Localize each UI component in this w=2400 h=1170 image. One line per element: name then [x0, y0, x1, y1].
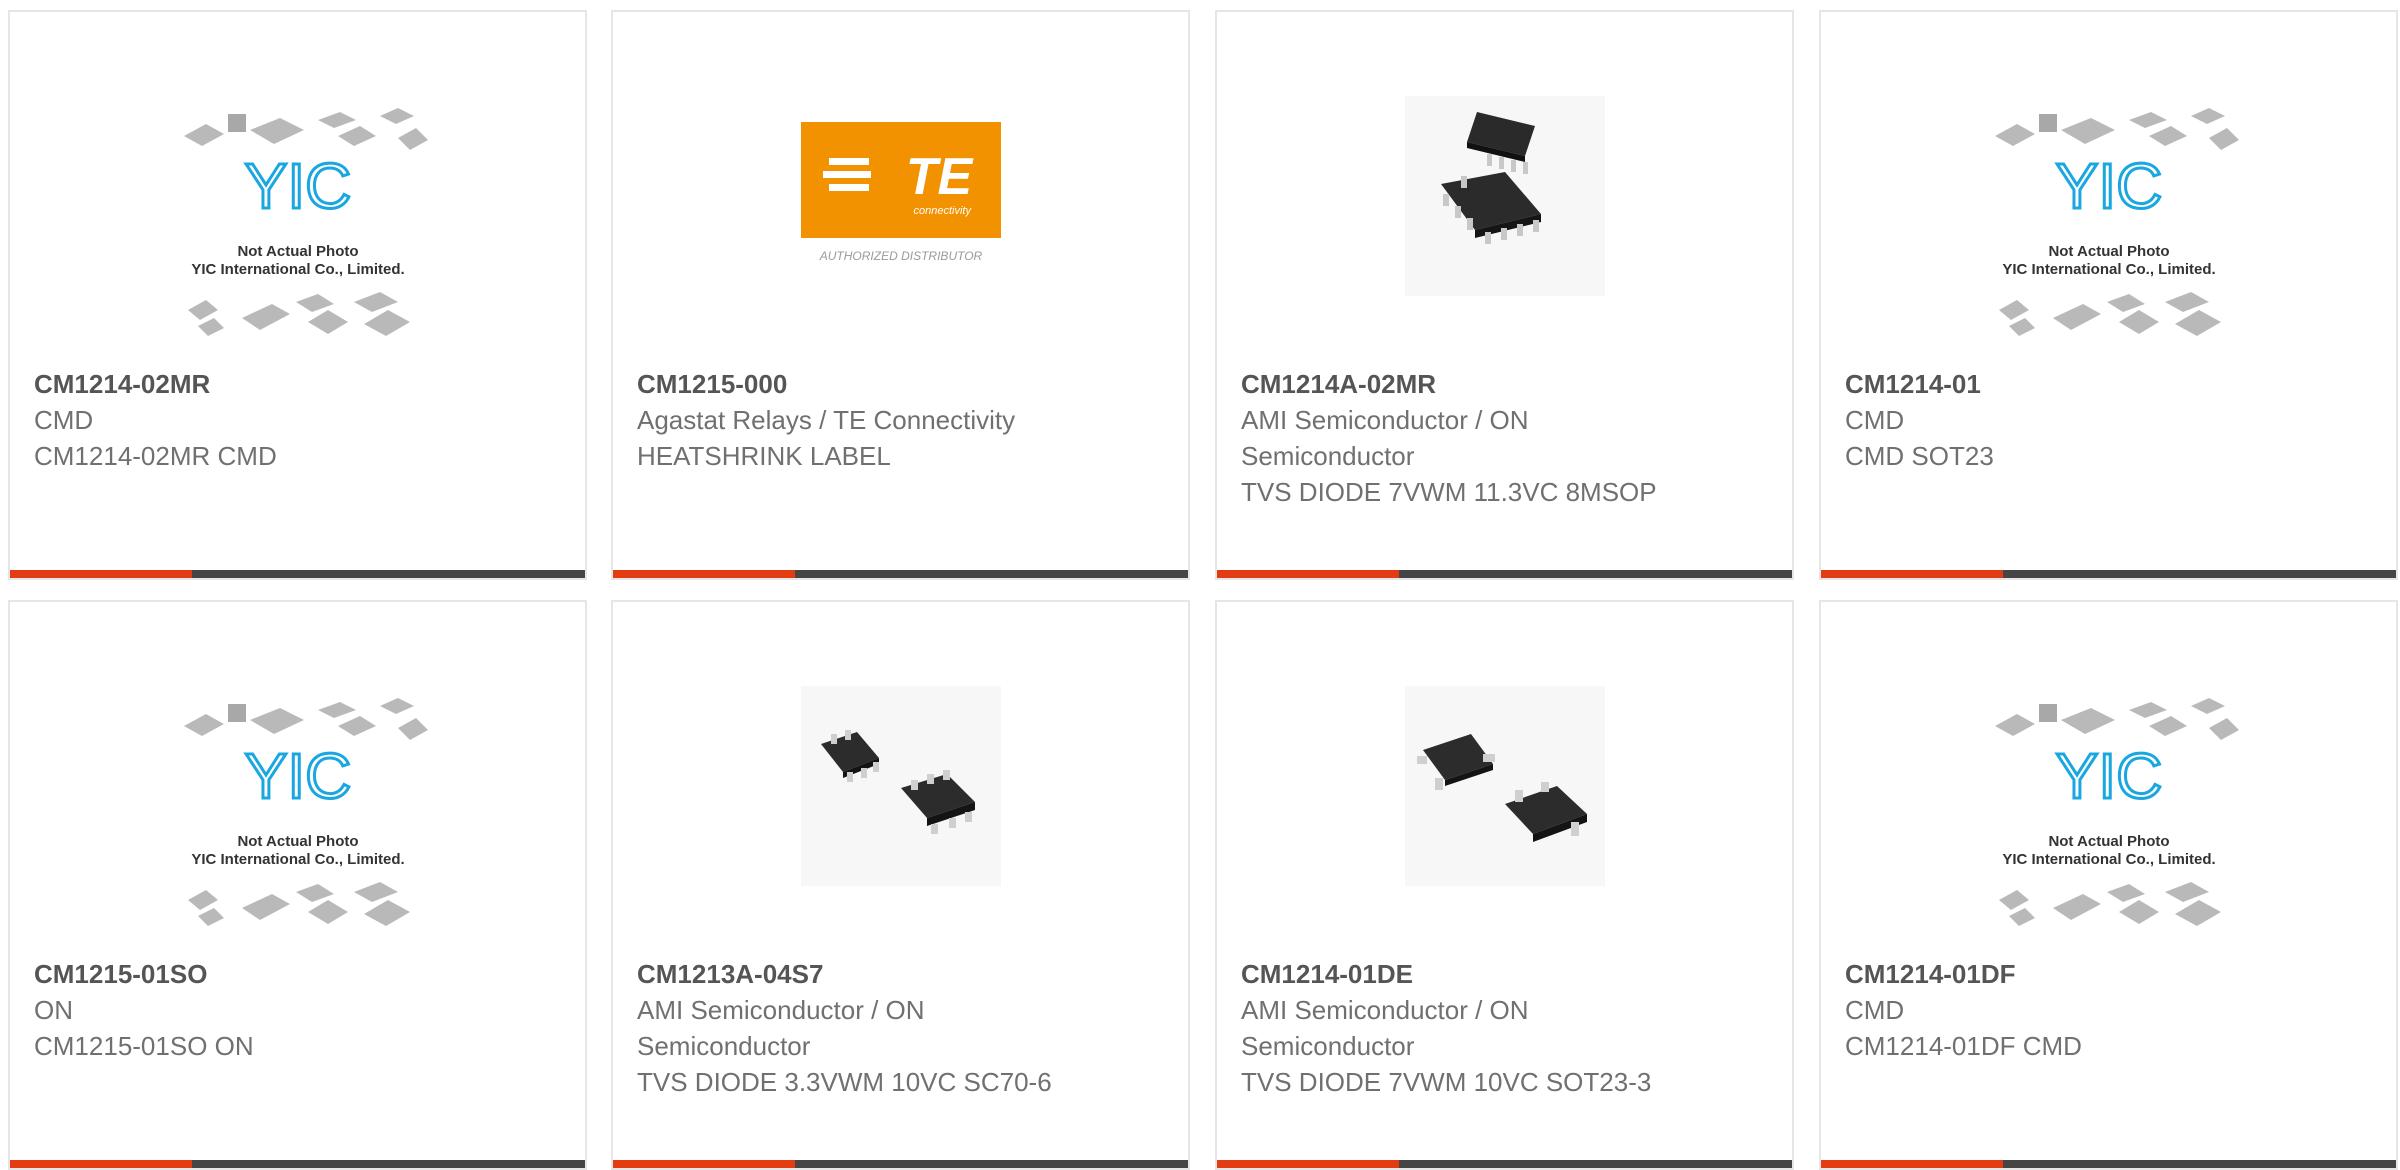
product-card[interactable]: CM1214A-02MR AMI Semiconductor / ON Semi… — [1215, 10, 1794, 580]
product-grid: YIC Not Actual Photo YIC International C… — [0, 0, 2400, 1170]
product-image-sot23 — [1217, 686, 1792, 950]
part-number[interactable]: CM1213A-04S7 — [637, 956, 1164, 992]
manufacturer: CMD — [34, 405, 94, 435]
placeholder-line2: YIC International Co., Limited. — [2002, 851, 2215, 868]
description: CM1214-02MR CMD — [34, 441, 277, 471]
product-image-placeholder: YIC Not Actual Photo YIC International C… — [10, 96, 585, 360]
product-image-msop8 — [1217, 96, 1792, 360]
yic-logo: YIC — [244, 150, 351, 222]
product-image-te-logo: TE connectivity AUTHORIZED DISTRIBUTOR — [613, 96, 1188, 360]
product-image-placeholder: YIC Not Actual Photo YIC International C… — [1821, 96, 2396, 360]
manufacturer: AMI Semiconductor / ON Semiconductor — [1241, 995, 1529, 1061]
part-number[interactable]: CM1214-01 — [1845, 366, 2372, 402]
placeholder-line1: Not Actual Photo — [2048, 243, 2169, 260]
yic-logo: YIC — [2055, 150, 2162, 222]
product-image-sc70 — [613, 686, 1188, 950]
product-image-placeholder: YIC Not Actual Photo YIC International C… — [1821, 686, 2396, 950]
product-card[interactable]: TE connectivity AUTHORIZED DISTRIBUTOR C… — [611, 10, 1190, 580]
te-tagline: connectivity — [913, 205, 972, 217]
yic-logo: YIC — [2055, 740, 2162, 812]
part-number[interactable]: CM1214A-02MR — [1241, 366, 1768, 402]
description: CMD SOT23 — [1845, 441, 1994, 471]
card-accent-bar — [613, 570, 795, 578]
manufacturer: AMI Semiconductor / ON Semiconductor — [637, 995, 925, 1061]
card-accent-bar — [10, 570, 192, 578]
card-bottom-bar — [1821, 570, 2396, 578]
product-card[interactable]: YIC Not Actual Photo YIC International C… — [1819, 600, 2398, 1170]
description: CM1215-01SO ON — [34, 1031, 254, 1061]
card-bottom-bar — [10, 570, 585, 578]
yic-logo: YIC — [244, 740, 351, 812]
card-accent-bar — [1821, 570, 2003, 578]
te-brand: TE — [905, 148, 973, 206]
placeholder-line1: Not Actual Photo — [237, 243, 358, 260]
manufacturer: ON — [34, 995, 73, 1025]
part-number[interactable]: CM1214-01DF — [1845, 956, 2372, 992]
description: TVS DIODE 7VWM 10VC SOT23-3 — [1241, 1067, 1652, 1097]
te-caption: AUTHORIZED DISTRIBUTOR — [818, 249, 982, 263]
product-card[interactable]: CM1214-01DE AMI Semiconductor / ON Semic… — [1215, 600, 1794, 1170]
product-image-placeholder: YIC Not Actual Photo YIC International C… — [10, 686, 585, 950]
card-accent-bar — [1217, 570, 1399, 578]
placeholder-line2: YIC International Co., Limited. — [191, 851, 404, 868]
description: TVS DIODE 7VWM 11.3VC 8MSOP — [1241, 477, 1657, 507]
manufacturer: CMD — [1845, 995, 1905, 1025]
part-number[interactable]: CM1215-01SO — [34, 956, 561, 992]
part-number[interactable]: CM1215-000 — [637, 366, 1164, 402]
placeholder-line1: Not Actual Photo — [237, 833, 358, 850]
placeholder-line2: YIC International Co., Limited. — [2002, 261, 2215, 278]
manufacturer: CMD — [1845, 405, 1905, 435]
placeholder-line1: Not Actual Photo — [2048, 833, 2169, 850]
manufacturer: AMI Semiconductor / ON Semiconductor — [1241, 405, 1529, 471]
description: TVS DIODE 3.3VWM 10VC SC70-6 — [637, 1067, 1052, 1097]
part-number[interactable]: CM1214-02MR — [34, 366, 561, 402]
part-number[interactable]: CM1214-01DE — [1241, 956, 1768, 992]
description: CM1214-01DF CMD — [1845, 1031, 2082, 1061]
card-bottom-bar — [1217, 570, 1792, 578]
product-card[interactable]: YIC Not Actual Photo YIC International C… — [8, 10, 587, 580]
product-card[interactable]: CM1213A-04S7 AMI Semiconductor / ON Semi… — [611, 600, 1190, 1170]
product-card[interactable]: YIC Not Actual Photo YIC International C… — [8, 600, 587, 1170]
manufacturer: Agastat Relays / TE Connectivity — [637, 405, 1016, 435]
placeholder-line2: YIC International Co., Limited. — [191, 261, 404, 278]
product-card[interactable]: YIC Not Actual Photo YIC International C… — [1819, 10, 2398, 580]
card-bottom-bar — [613, 570, 1188, 578]
description: HEATSHRINK LABEL — [637, 441, 891, 471]
